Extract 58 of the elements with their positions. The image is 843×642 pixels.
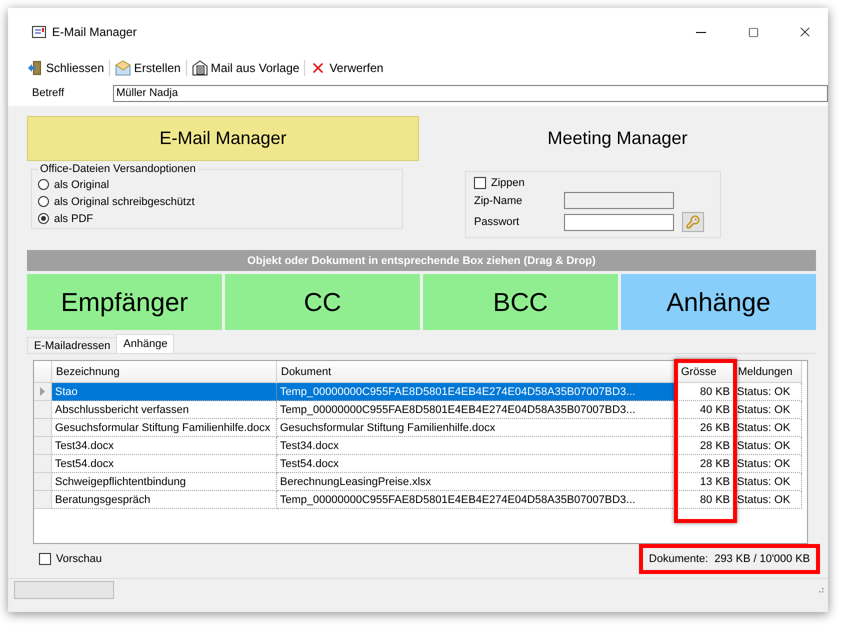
drop-hint: Objekt oder Dokument in entsprechende Box ziehen (Drag & Drop) xyxy=(27,250,816,271)
row-header[interactable] xyxy=(34,491,52,509)
row-header[interactable] xyxy=(34,401,52,419)
table-cell: Stao xyxy=(52,383,277,401)
row-header[interactable] xyxy=(34,455,52,473)
group-title: Office-Dateien Versandoptionen xyxy=(39,163,197,175)
column-header[interactable]: Bezeichnung xyxy=(52,361,277,383)
current-row-icon xyxy=(40,387,45,396)
table-cell: Status: OK xyxy=(734,455,802,473)
table-cell: Status: OK xyxy=(734,473,802,491)
zip-name-label: Zip-Name xyxy=(474,194,524,206)
table-cell: Status: OK xyxy=(734,437,802,455)
tab[interactable]: Anhänge xyxy=(116,334,174,353)
password-field[interactable] xyxy=(564,214,674,230)
window-title: E-Mail Manager xyxy=(52,25,138,39)
radio-option[interactable]: als Original xyxy=(38,177,396,192)
row-header[interactable] xyxy=(34,437,52,455)
toolbar-button[interactable]: Schliessen xyxy=(24,58,108,78)
table-cell: Test34.docx xyxy=(52,437,277,455)
table-cell: Test54.docx xyxy=(52,455,277,473)
drop-zone[interactable]: Empfänger xyxy=(27,274,222,330)
drop-zone[interactable]: BCC xyxy=(423,274,618,330)
table-cell: Status: OK xyxy=(734,383,802,401)
resize-grip-icon xyxy=(816,586,824,594)
row-header[interactable] xyxy=(34,473,52,491)
toolbar-button[interactable]: Erstellen xyxy=(112,58,184,78)
preview-checkbox[interactable]: Vorschau xyxy=(39,553,102,565)
tab[interactable]: E-Mailadressen xyxy=(27,337,118,353)
table-cell: Beratungsgespräch xyxy=(52,491,277,509)
drop-zone[interactable]: Anhänge xyxy=(621,274,816,330)
toolbar-button[interactable]: Verwerfen xyxy=(307,58,386,78)
row-header[interactable] xyxy=(34,419,52,437)
table-cell: Gesuchsformular Stiftung Familienhilfe.docx xyxy=(52,419,277,437)
maximize-icon xyxy=(748,26,758,38)
drop-zone[interactable]: CC xyxy=(225,274,420,330)
header-corner xyxy=(34,361,52,383)
window-icon xyxy=(32,26,46,38)
table-cell: Status: OK xyxy=(734,419,802,437)
password-label: Passwort xyxy=(474,216,520,228)
subject-label: Betreff xyxy=(32,87,64,99)
subject-field[interactable]: Müller Nadja xyxy=(113,84,828,102)
radio-option[interactable]: als Original schreibgeschützt xyxy=(38,194,396,209)
envelope-icon xyxy=(115,60,132,76)
zip-checkbox[interactable]: Zippen xyxy=(474,177,698,189)
table-cell: Abschlussbericht verfassen xyxy=(52,401,277,419)
column-header[interactable]: Meldungen xyxy=(734,361,802,383)
document-icon xyxy=(192,60,208,76)
table-cell: Temp_00000000C955FAE8D5801E4EB4E274E04D58A35B07007BD3... xyxy=(277,383,677,401)
documents-total: Dokumente: 293 KB / 10'000 KB xyxy=(638,544,820,574)
row-header[interactable] xyxy=(34,383,52,401)
table-cell: Schweigepflichtentbindung xyxy=(52,473,277,491)
door-icon xyxy=(27,60,43,76)
manager-tab[interactable]: E-Mail Manager xyxy=(27,116,419,161)
table-cell: Status: OK xyxy=(734,491,802,509)
toolbar-button[interactable]: Mail aus Vorlage xyxy=(188,58,302,78)
table-cell: Status: OK xyxy=(734,401,802,419)
key-button[interactable] xyxy=(682,212,704,232)
radio-option[interactable]: als PDF xyxy=(38,211,396,226)
